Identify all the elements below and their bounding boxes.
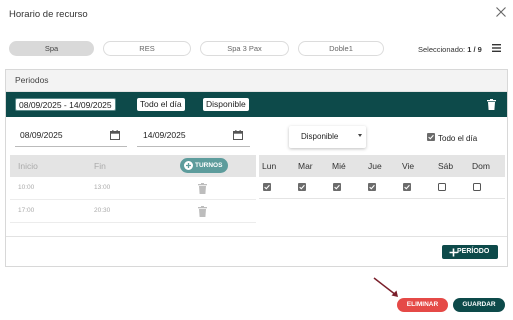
- time-row-start[interactable]: 17:00: [18, 207, 34, 214]
- day-checkbox-dom[interactable]: [473, 183, 481, 191]
- save-button[interactable]: GUARDAR: [453, 298, 505, 312]
- plus-icon: [184, 161, 193, 170]
- period-all-day-tag: Todo el día: [137, 98, 185, 111]
- day-label-mar: Mar: [298, 161, 313, 171]
- day-label-sab: Sáb: [438, 161, 454, 171]
- time-row-end[interactable]: 20:30: [94, 207, 110, 214]
- days-divider: [259, 198, 505, 199]
- period-band[interactable]: 08/09/2025 - 14/09/2025 Todo el día Disp…: [6, 92, 507, 117]
- add-period-button-label: PERÍODO: [457, 248, 490, 255]
- all-day-checkbox[interactable]: [427, 133, 435, 141]
- start-time-header: Inicio: [18, 161, 38, 171]
- day-checkbox-vie[interactable]: [403, 183, 411, 191]
- card-divider: [6, 236, 507, 237]
- period-status-tag: Disponible: [203, 98, 249, 111]
- periods-card: Periodos 08/09/2025 - 14/09/2025 Todo el…: [5, 69, 508, 267]
- resource-chip-spa[interactable]: Spa: [9, 41, 94, 56]
- trash-icon[interactable]: [198, 183, 207, 194]
- all-day-label: Todo el día: [438, 134, 478, 143]
- availability-select[interactable]: Disponible: [289, 126, 366, 148]
- start-date-input[interactable]: 08/09/2025: [20, 130, 63, 140]
- resource-chip-doble1[interactable]: Doble1: [298, 41, 384, 56]
- day-checkbox-mar[interactable]: [298, 183, 306, 191]
- day-label-jue: Jue: [368, 161, 382, 171]
- day-label-mie: Mié: [332, 161, 346, 171]
- days-header: Lun Mar Mié Jue Vie Sáb Dom: [259, 155, 505, 177]
- day-checkbox-mie[interactable]: [333, 183, 341, 191]
- turnos-button[interactable]: TURNOS: [180, 158, 228, 173]
- delete-button[interactable]: ELIMINAR: [397, 298, 448, 312]
- day-checkbox-jue[interactable]: [368, 183, 376, 191]
- time-row-end[interactable]: 13:00: [94, 184, 110, 191]
- selected-count: Seleccionado: 1 / 9: [418, 45, 482, 54]
- modal-title: Horario de recurso: [9, 9, 88, 20]
- turnos-button-label: TURNOS: [195, 162, 223, 169]
- selected-count-value: 1 / 9: [467, 45, 482, 54]
- end-date-input[interactable]: 14/09/2025: [143, 130, 186, 140]
- times-header: Inicio Fin TURNOS: [10, 155, 256, 177]
- time-row: 10:00 13:00: [10, 177, 256, 200]
- periods-header: Periodos: [6, 70, 507, 92]
- day-label-vie: Vie: [402, 161, 415, 171]
- time-row: 17:00 20:30: [10, 200, 256, 223]
- resource-chip-res[interactable]: RES: [103, 41, 191, 56]
- time-row-start[interactable]: 10:00: [18, 184, 34, 191]
- day-checkbox-sab[interactable]: [438, 183, 446, 191]
- trash-icon[interactable]: [198, 206, 207, 217]
- selected-count-label: Seleccionado:: [418, 45, 466, 54]
- add-period-button[interactable]: PERÍODO: [442, 245, 498, 259]
- resource-chip-spa-3-pax[interactable]: Spa 3 Pax: [200, 41, 289, 56]
- day-label-lun: Lun: [262, 161, 277, 171]
- period-range: 08/09/2025 - 14/09/2025: [15, 98, 116, 111]
- start-date-underline: [15, 146, 127, 147]
- resource-chips: Spa RES Spa 3 Pax Doble1: [9, 41, 384, 56]
- calendar-icon[interactable]: [233, 130, 243, 140]
- day-checkbox-lun[interactable]: [263, 183, 271, 191]
- plus-icon: [449, 248, 458, 257]
- close-icon[interactable]: [495, 6, 507, 18]
- calendar-icon[interactable]: [110, 130, 120, 140]
- arrow-icon: [373, 277, 398, 297]
- day-label-dom: Dom: [472, 161, 490, 171]
- trash-icon[interactable]: [487, 99, 496, 110]
- menu-icon[interactable]: [492, 44, 501, 52]
- chevron-down-icon: [358, 134, 362, 137]
- end-time-header: Fin: [94, 161, 106, 171]
- end-date-underline: [137, 146, 250, 147]
